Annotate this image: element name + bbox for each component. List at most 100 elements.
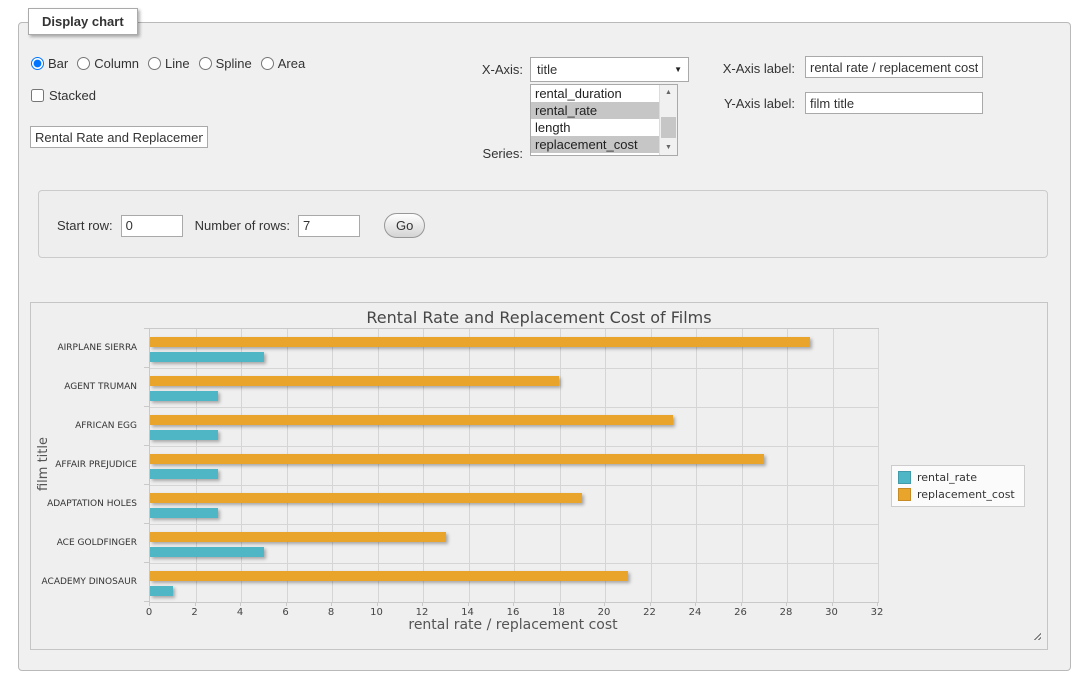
scroll-up-icon[interactable]: ▲: [660, 85, 677, 100]
bar-rental_rate: [150, 391, 218, 401]
x-tick-mark: [513, 602, 514, 606]
series-listbox-items: rental_durationrental_ratelengthreplacem…: [531, 85, 677, 153]
x-tick-mark: [331, 602, 332, 606]
gridline-vertical: [696, 329, 697, 602]
radio-bar[interactable]: [31, 57, 44, 70]
bar-rental_rate: [150, 547, 264, 557]
chart-type-option-line[interactable]: Line: [148, 56, 190, 71]
legend-item-rental_rate[interactable]: rental_rate: [898, 471, 1015, 484]
gridline-vertical: [332, 329, 333, 602]
gridline-vertical: [651, 329, 652, 602]
fieldset-legend: Display chart: [28, 8, 138, 35]
series-option-rental_duration[interactable]: rental_duration: [531, 85, 660, 102]
gridline-vertical: [742, 329, 743, 602]
series-option-length[interactable]: length: [531, 119, 660, 136]
bar-replacement_cost: [150, 571, 628, 581]
bar-replacement_cost: [150, 376, 559, 386]
x-tick-mark: [468, 602, 469, 606]
x-tick-mark: [786, 602, 787, 606]
bar-replacement_cost: [150, 454, 764, 464]
series-label: Series:: [430, 146, 523, 161]
gridline-vertical: [560, 329, 561, 602]
row-controls-panel: Start row: Number of rows: Go: [38, 190, 1048, 258]
bar-rental_rate: [150, 352, 264, 362]
chart-title: Rental Rate and Replacement Cost of Film…: [31, 308, 1047, 327]
num-rows-label: Number of rows:: [195, 218, 290, 233]
chart-type-option-column[interactable]: Column: [77, 56, 139, 71]
x-tick-mark: [650, 602, 651, 606]
radio-area[interactable]: [261, 57, 274, 70]
legend-item-replacement_cost[interactable]: replacement_cost: [898, 488, 1015, 501]
legend-swatch: [898, 488, 911, 501]
resize-handle-icon[interactable]: [1031, 630, 1041, 640]
x-axis-label-text: X-Axis label:: [700, 61, 795, 76]
gridline-horizontal: [150, 368, 878, 369]
gridline-horizontal: [150, 563, 878, 564]
radio-column[interactable]: [77, 57, 90, 70]
gridline-vertical: [514, 329, 515, 602]
radio-spline[interactable]: [199, 57, 212, 70]
gridline-vertical: [423, 329, 424, 602]
series-listbox[interactable]: rental_durationrental_ratelengthreplacem…: [530, 84, 678, 156]
bar-rental_rate: [150, 508, 218, 518]
radio-line[interactable]: [148, 57, 161, 70]
scroll-down-icon[interactable]: ▼: [660, 140, 677, 155]
chart-container: Rental Rate and Replacement Cost of Film…: [30, 302, 1048, 650]
radio-label: Column: [94, 56, 139, 71]
x-tick-mark: [877, 602, 878, 606]
bar-rental_rate: [150, 430, 218, 440]
x-tick-mark: [604, 602, 605, 606]
bar-replacement_cost: [150, 532, 446, 542]
x-tick-mark: [195, 602, 196, 606]
go-button[interactable]: Go: [384, 213, 425, 238]
gridline-vertical: [241, 329, 242, 602]
x-tick-mark: [377, 602, 378, 606]
chart-type-option-area[interactable]: Area: [261, 56, 305, 71]
x-axis-select[interactable]: title ▼: [530, 57, 689, 82]
radio-label: Bar: [48, 56, 68, 71]
x-axis-selected-value: title: [537, 62, 557, 77]
legend-label: rental_rate: [917, 471, 977, 484]
y-axis-label-input[interactable]: [805, 92, 983, 114]
listbox-scrollbar[interactable]: ▲ ▼: [659, 85, 677, 155]
stacked-checkbox-row[interactable]: Stacked: [31, 88, 96, 103]
category-label: AFFAIR PREJUDICE: [31, 445, 137, 484]
start-row-input[interactable]: [121, 215, 183, 237]
x-tick-mark: [149, 602, 150, 606]
bar-replacement_cost: [150, 493, 582, 503]
x-tick-mark: [286, 602, 287, 606]
x-tick-mark: [422, 602, 423, 606]
legend-swatch: [898, 471, 911, 484]
x-tick-mark: [240, 602, 241, 606]
start-row-label: Start row:: [57, 218, 113, 233]
plot-area: [149, 328, 879, 603]
bar-rental_rate: [150, 469, 218, 479]
series-option-replacement_cost[interactable]: replacement_cost: [531, 136, 660, 153]
gridline-horizontal: [150, 485, 878, 486]
category-label: AIRPLANE SIERRA: [31, 328, 137, 367]
bar-rental_rate: [150, 586, 173, 596]
chart-title-input[interactable]: [30, 126, 208, 148]
series-option-rental_rate[interactable]: rental_rate: [531, 102, 660, 119]
gridline-vertical: [196, 329, 197, 602]
x-tick-mark: [832, 602, 833, 606]
radio-label: Area: [278, 56, 305, 71]
stacked-checkbox[interactable]: [31, 89, 44, 102]
page: Display chart Bar Column Line Spline Area St…: [0, 0, 1081, 681]
num-rows-input[interactable]: [298, 215, 360, 237]
category-label: AFRICAN EGG: [31, 406, 137, 445]
chart-type-option-spline[interactable]: Spline: [199, 56, 252, 71]
gridline-vertical: [378, 329, 379, 602]
gridline-horizontal: [150, 446, 878, 447]
x-tick-mark: [559, 602, 560, 606]
scrollbar-thumb[interactable]: [661, 117, 676, 138]
gridline-vertical: [787, 329, 788, 602]
y-axis-label-text: Y-Axis label:: [700, 96, 795, 111]
gridline-horizontal: [150, 407, 878, 408]
legend-label: replacement_cost: [917, 488, 1015, 501]
x-axis-label-input[interactable]: [805, 56, 983, 78]
chart-type-option-bar[interactable]: Bar: [31, 56, 68, 71]
radio-label: Spline: [216, 56, 252, 71]
row-controls: Start row: Number of rows: Go: [57, 213, 425, 238]
stacked-label: Stacked: [49, 88, 96, 103]
